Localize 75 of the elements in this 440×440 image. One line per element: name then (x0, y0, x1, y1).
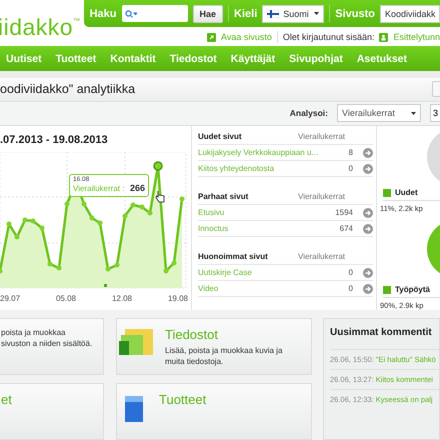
external-link-icon (207, 32, 216, 42)
search-label: Haku (90, 8, 117, 20)
nav-item[interactable]: Sivupohjat (289, 52, 343, 65)
visit-count: 8 (348, 148, 354, 157)
page-title: oodiviidakko" analytiikka (0, 82, 136, 96)
folder-icon (119, 327, 155, 357)
table-title: Huonoimmat sivut (198, 252, 268, 261)
arrow-right-icon[interactable] (363, 148, 373, 158)
comments-title: Uusimmat kommentit (330, 327, 433, 338)
hand-cursor-icon (155, 190, 165, 203)
dropdown-caret-icon (411, 112, 416, 115)
visit-count: 1594 (334, 208, 354, 217)
card-title: Tuotteet (159, 392, 206, 407)
table-title: Uudet sivut (198, 132, 242, 141)
arrow-right-icon[interactable] (363, 224, 373, 234)
nav-item[interactable]: Uutiset (6, 52, 42, 65)
dropdown-caret-icon (314, 12, 320, 15)
x-axis-label: 19.08 (168, 294, 188, 303)
visit-count: 674 (338, 224, 354, 233)
nav-item[interactable]: Tuotteet (56, 52, 96, 65)
visit-count: 0 (348, 268, 354, 277)
nav-item[interactable]: Käyttäjät (230, 52, 276, 65)
tooltip-value: 266 (130, 183, 145, 193)
card-description: Lisää, poista ja muokkaa kuvia ja muita tiedostoja. (165, 345, 283, 367)
metric-select[interactable]: Vierailukerrat (337, 104, 421, 122)
user-icon (379, 32, 388, 42)
date-range: .07.2013 - 19.08.2013 (0, 134, 109, 146)
shortcut-card[interactable]: et (0, 383, 104, 440)
visit-count: 0 (348, 164, 354, 173)
language-label: Kieli (234, 8, 258, 20)
arrow-right-icon[interactable] (363, 284, 373, 294)
column-header: Vierailukerrat (298, 252, 345, 261)
shortcut-card[interactable]: Tuotteet (116, 383, 312, 440)
analyze-label: Analysoi: (290, 108, 328, 118)
page-link[interactable]: Lukijakysely Verkkokauppiaan u... (198, 147, 323, 158)
table-title: Parhaat sivut (198, 192, 248, 201)
x-axis-label: 12.08 (112, 294, 132, 303)
site-select[interactable]: Koodiviidakk (380, 4, 440, 22)
legend-swatch (383, 286, 391, 294)
shortcut-card[interactable]: Tiedostot Lisää, poista ja muokkaa kuvia ja muita tiedostoja. (116, 318, 312, 375)
range-select[interactable]: 3 (430, 104, 440, 122)
language-select[interactable]: Suomi (262, 4, 324, 22)
page-link[interactable]: Innoctus (198, 223, 323, 234)
user-link[interactable]: Esittelytunn (393, 32, 440, 42)
arrow-right-icon[interactable] (363, 268, 373, 278)
nav-item[interactable]: Tiedostot (170, 52, 217, 65)
site-label: Sivusto (335, 8, 375, 20)
page-link[interactable]: Uutiskirje Case (198, 267, 323, 278)
legend-swatch (383, 188, 391, 196)
shortcut-card[interactable]: poista ja muokkaa sivuston a niiden sisältöä. (0, 318, 104, 375)
legend-label: Työpöytä (395, 285, 430, 294)
legend-label: Uudet (395, 188, 418, 197)
card-title: Tiedostot (165, 327, 219, 342)
page-link[interactable]: Etusivu (198, 207, 323, 218)
card-title: et (1, 392, 12, 407)
flag-icon (267, 10, 280, 18)
nav-item[interactable]: Kontaktit (110, 52, 156, 65)
column-header: Vierailukerrat (298, 192, 345, 201)
card-description: poista ja muokkaa sivuston a niiden sisältöä. (1, 327, 94, 349)
search-field[interactable] (122, 5, 188, 22)
search-button[interactable]: Hae (192, 4, 224, 22)
logged-in-label: Olet kirjautunut sisään: (282, 32, 374, 42)
arrow-right-icon[interactable] (363, 164, 373, 174)
page-link[interactable]: Kiitos yhteydenotosta (198, 163, 323, 174)
search-icon (124, 10, 137, 18)
nav-item[interactable]: Asetukset (356, 52, 408, 65)
x-axis-label: 29.07 (0, 294, 20, 303)
column-header: Vierailukerrat (298, 132, 345, 141)
toolbar-button[interactable] (432, 81, 440, 98)
page-link[interactable]: Video (198, 283, 323, 294)
tooltip-label: Vierailukerrat : (73, 184, 124, 192)
visit-count: 0 (348, 284, 354, 293)
x-axis-label: 05.08 (56, 294, 76, 303)
arrow-right-icon[interactable] (363, 208, 373, 218)
open-site-link[interactable]: Avaa sivusto (221, 32, 272, 42)
